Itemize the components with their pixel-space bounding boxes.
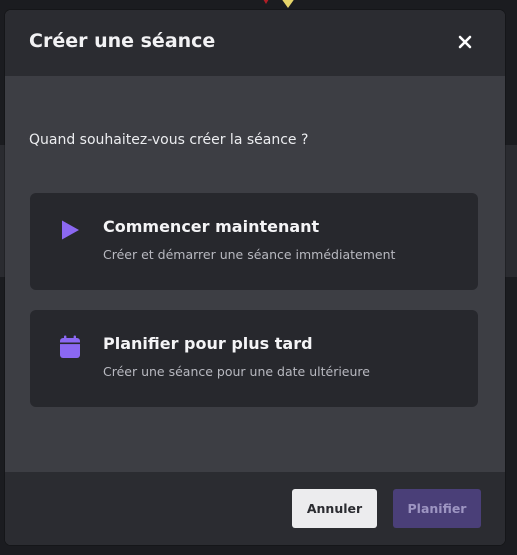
schedule-later-option[interactable]: Planifier pour plus tard Créer une séanc… [30,310,478,407]
dialog-header: Créer une séance [5,10,505,76]
schedule-later-subtitle: Créer une séance pour une date ultérieur… [103,364,370,379]
close-icon [458,35,472,49]
calendar-icon [60,335,80,358]
close-button[interactable] [453,30,477,54]
create-session-dialog: Créer une séance Quand souhaitez-vous cr… [5,10,505,545]
cancel-button[interactable]: Annuler [292,489,377,528]
dialog-question: Quand souhaitez-vous créer la séance ? [29,132,309,148]
dialog-footer: Annuler Planifier [5,472,505,545]
start-now-title: Commencer maintenant [103,217,320,236]
start-now-subtitle: Créer et démarrer une séance immédiateme… [103,247,396,262]
background-logo-icon [263,0,294,8]
dialog-title: Créer une séance [29,30,216,52]
play-icon [62,220,79,240]
start-now-option[interactable]: Commencer maintenant Créer et démarrer u… [30,193,478,290]
schedule-later-title: Planifier pour plus tard [103,334,313,353]
schedule-button[interactable]: Planifier [393,489,481,528]
